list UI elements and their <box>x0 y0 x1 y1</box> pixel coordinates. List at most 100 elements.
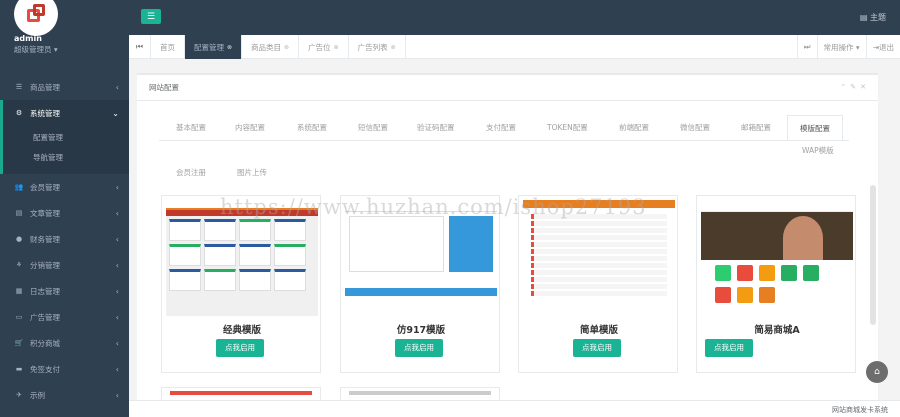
tab-config[interactable]: 配置管理 ⊗ <box>185 35 243 59</box>
close-icon[interactable]: ⊗ <box>334 44 339 51</box>
sidebar-item-label: 积分商城 <box>30 338 60 348</box>
subtab-system[interactable]: 系统配置 <box>297 115 327 141</box>
image-icon: ▭ <box>15 313 23 321</box>
subtab-template[interactable]: 模版配置 <box>787 115 843 141</box>
tab-scroll-right-button[interactable]: ⏭ <box>796 35 817 59</box>
chevron-down-icon: ⌄ <box>112 108 119 118</box>
sidebar-item-system[interactable]: ⚙ 系统管理 ⌄ <box>0 100 129 126</box>
common-ops-dropdown[interactable]: 常用操作 ▾ <box>816 35 866 59</box>
sidebar-item-label: 示例 <box>30 390 45 400</box>
footer-text: 网站商城发卡系统 <box>832 406 888 414</box>
subtab-payment[interactable]: 支付配置 <box>486 115 516 141</box>
subtab-token[interactable]: TOKEN配置 <box>547 115 588 141</box>
collapse-icon[interactable]: ⌃ <box>840 83 850 91</box>
logout-button[interactable]: ⇥ 退出 <box>865 35 900 59</box>
subtab-sms[interactable]: 短信配置 <box>358 115 388 141</box>
sidebar-item-label: 商品管理 <box>30 82 60 92</box>
chevron-left-icon: ‹ <box>115 286 119 296</box>
tab-bar: ⏮ 首页 配置管理 ⊗ 商品类目 ⊗ 广告位 ⊗ 广告列表 ⊗ ⏭ 常用操作 ▾ ⇥ 退出 <box>129 35 900 59</box>
panel-scrollbar[interactable] <box>870 185 876 325</box>
subtab-frontend[interactable]: 前端配置 <box>619 115 649 141</box>
template-name: 简单模版 <box>579 325 618 336</box>
sidebar-item-points-mall[interactable]: 🛒 积分商城 ‹ <box>0 330 129 356</box>
sidebar-item-example[interactable]: ✈ 示例 ‹ <box>0 382 129 408</box>
sidebar-item-finance[interactable]: ● 财务管理 ‹ <box>0 226 129 252</box>
tab-categories[interactable]: 商品类目 ⊗ <box>242 35 300 59</box>
enable-template-button[interactable]: 点我启用 <box>573 339 621 357</box>
sidebar-menu: ☰ 商品管理 ‹ ⚙ 系统管理 ⌄ 配置管理 导航管理 👥 会员管理 ‹ ▤ 文… <box>0 74 129 408</box>
footer: 网站商城发卡系统 <box>129 400 900 417</box>
calendar-icon: ▦ <box>15 287 23 295</box>
sidebar-item-distribution[interactable]: ⚘ 分销管理 ‹ <box>0 252 129 278</box>
tab-actions: ⏭ 常用操作 ▾ ⇥ 退出 <box>796 35 900 59</box>
chevron-left-icon: ‹ <box>115 82 119 92</box>
sidebar-item-products[interactable]: ☰ 商品管理 ‹ <box>0 74 129 100</box>
subtab-captcha[interactable]: 验证码配置 <box>417 115 455 141</box>
enable-template-button[interactable]: 点我启用 <box>705 339 753 357</box>
file-icon: ▤ <box>15 209 23 217</box>
subtab-content[interactable]: 内容配置 <box>235 115 265 141</box>
subtab-divider <box>159 140 849 141</box>
submenu-item-config[interactable]: 配置管理 <box>3 128 129 148</box>
logo <box>14 0 58 36</box>
list-icon: ☰ <box>15 83 23 91</box>
sidebar-item-ads[interactable]: ▭ 广告管理 ‹ <box>0 304 129 330</box>
sidebar-item-label: 系统管理 <box>30 108 60 118</box>
enable-template-button[interactable]: 点我启用 <box>395 339 443 357</box>
chevron-left-icon: ‹ <box>115 364 119 374</box>
home-float-button[interactable]: ⌂ <box>866 361 888 383</box>
close-icon[interactable]: ⊗ <box>227 44 232 51</box>
hamburger-icon: ☰ <box>146 11 156 22</box>
double-chevron-left-icon: ⏮ <box>135 42 144 51</box>
enable-template-button[interactable]: 点我启用 <box>216 339 264 357</box>
sidebar-item-articles[interactable]: ▤ 文章管理 ‹ <box>0 200 129 226</box>
template-preview-image <box>701 200 853 316</box>
sidebar-item-label: 免签支付 <box>30 364 60 374</box>
subtab-image-upload[interactable]: 图片上传 <box>237 163 267 183</box>
tab-label: 配置管理 <box>194 42 224 52</box>
tab-label: 商品类目 <box>251 42 282 52</box>
theme-button[interactable]: ▤ 主题 <box>860 12 886 23</box>
template-name: 简易商城A <box>754 325 800 336</box>
double-chevron-right-icon: ⏭ <box>803 42 811 51</box>
sidebar-item-label: 日志管理 <box>30 286 60 296</box>
tab-scroll-left-button[interactable]: ⏮ <box>129 35 151 59</box>
home-icon: ⌂ <box>874 367 880 377</box>
close-icon[interactable]: ⊗ <box>284 44 289 51</box>
sidebar-item-label: 会员管理 <box>30 182 60 192</box>
sidebar-item-logs[interactable]: ▦ 日志管理 ‹ <box>0 278 129 304</box>
subtab-wap[interactable]: WAP模版 <box>802 141 834 161</box>
panel-header: 网站配置 ⌃✎✕ <box>137 75 878 101</box>
chevron-left-icon: ‹ <box>115 182 119 192</box>
sidebar-item-members[interactable]: 👥 会员管理 ‹ <box>0 174 129 200</box>
close-icon[interactable]: ⊗ <box>391 44 396 51</box>
card-icon: ▬ <box>15 365 23 373</box>
subtab-basic[interactable]: 基本配置 <box>176 115 206 141</box>
panel-title: 网站配置 <box>149 83 179 92</box>
share-icon: ⚘ <box>15 261 23 269</box>
tab-ad-list[interactable]: 广告列表 ⊗ <box>349 35 406 59</box>
tab-label: 广告位 <box>308 42 331 52</box>
admin-name: admin <box>14 34 42 43</box>
subtab-register[interactable]: 会员注册 <box>176 163 206 183</box>
topbar: ☰ ▤ 主题 <box>129 0 900 35</box>
tabs: 首页 配置管理 ⊗ 商品类目 ⊗ 广告位 ⊗ 广告列表 ⊗ <box>151 35 406 59</box>
subtab-email[interactable]: 邮箱配置 <box>741 115 771 141</box>
profile-area: admin 超级管理员 ▾ <box>0 0 129 60</box>
admin-role-dropdown[interactable]: 超级管理员 ▾ <box>14 44 58 55</box>
wrench-icon[interactable]: ✎ <box>850 83 860 91</box>
watermark-text: https://www.huzhan.com/ishop27193 <box>220 195 647 219</box>
tab-label: 首页 <box>160 42 175 52</box>
close-icon[interactable]: ✕ <box>860 83 870 91</box>
sidebar-item-label: 广告管理 <box>30 312 60 322</box>
subtab-wechat[interactable]: 微信配置 <box>680 115 710 141</box>
sidebar-item-label: 文章管理 <box>30 208 60 218</box>
template-card-simple-mall-a: 简易商城A 点我启用 <box>696 195 856 373</box>
sidebar-item-label: 分销管理 <box>30 260 60 270</box>
tab-ad-slots[interactable]: 广告位 ⊗ <box>299 35 349 59</box>
sidebar-item-free-pay[interactable]: ▬ 免签支付 ‹ <box>0 356 129 382</box>
chevron-left-icon: ‹ <box>115 338 119 348</box>
submenu-item-nav[interactable]: 导航管理 <box>3 148 129 168</box>
tab-home[interactable]: 首页 <box>151 35 185 59</box>
menu-toggle-button[interactable]: ☰ <box>141 9 161 24</box>
